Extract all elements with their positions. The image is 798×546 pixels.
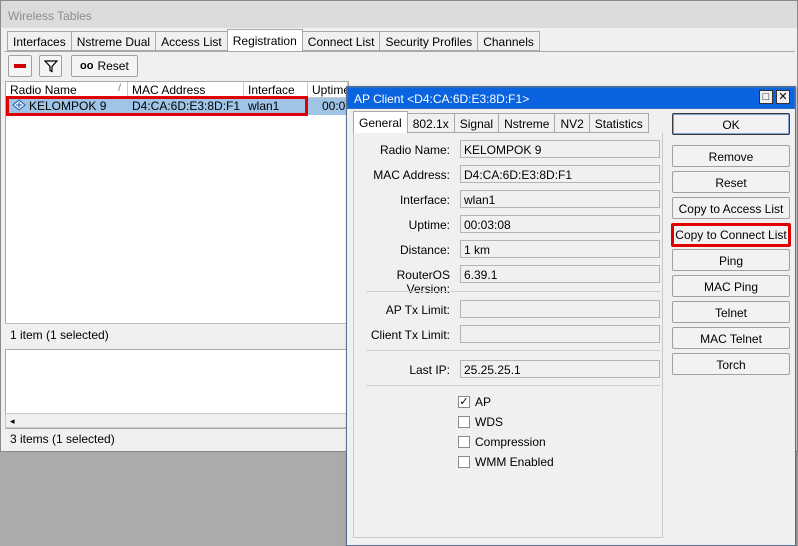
tab-nv2[interactable]: NV2 bbox=[554, 113, 590, 133]
scroll-left-icon[interactable]: ◂ bbox=[10, 416, 15, 427]
tab-registration[interactable]: Registration bbox=[226, 29, 303, 51]
checkbox-unchecked-icon bbox=[458, 416, 470, 428]
dialog-title: AP Client <D4:CA:6D:E3:8D:F1> bbox=[354, 92, 530, 106]
row-highlight-box bbox=[6, 96, 308, 116]
uptime-label: Uptime: bbox=[408, 218, 450, 232]
ap-checkbox[interactable]: ✓ AP bbox=[458, 395, 491, 409]
torch-button[interactable]: Torch bbox=[672, 353, 790, 375]
status-bar: 1 item (1 selected) bbox=[5, 323, 349, 345]
tab-interfaces[interactable]: Interfaces bbox=[7, 31, 72, 51]
window-title: Wireless Tables bbox=[1, 1, 797, 28]
ap-tx-limit-field[interactable] bbox=[460, 300, 660, 318]
tab-security-profiles[interactable]: Security Profiles bbox=[379, 31, 479, 51]
tab-nstreme-dual[interactable]: Nstreme Dual bbox=[70, 31, 157, 51]
wds-checkbox-label: WDS bbox=[475, 415, 503, 429]
tab-connect-list[interactable]: Connect List bbox=[301, 31, 381, 51]
reset-icon: oo bbox=[80, 60, 94, 72]
client-tx-limit-field[interactable] bbox=[460, 325, 660, 343]
telnet-button[interactable]: Telnet bbox=[672, 301, 790, 323]
reset-button[interactable]: Reset bbox=[672, 171, 790, 193]
compression-checkbox[interactable]: Compression bbox=[458, 435, 546, 449]
tab-statistics[interactable]: Statistics bbox=[588, 113, 649, 133]
copy-to-access-list-button[interactable]: Copy to Access List bbox=[672, 197, 790, 219]
routeros-version-field[interactable]: 6.39.1 bbox=[460, 265, 660, 283]
separator bbox=[366, 385, 660, 386]
client-tx-limit-label: Client Tx Limit: bbox=[370, 328, 450, 342]
compression-checkbox-label: Compression bbox=[475, 435, 546, 449]
tab-signal[interactable]: Signal bbox=[453, 113, 500, 133]
last-ip-field[interactable]: 25.25.25.1 bbox=[460, 360, 660, 378]
wmm-enabled-checkbox-label: WMM Enabled bbox=[475, 455, 554, 469]
wmm-enabled-checkbox[interactable]: WMM Enabled bbox=[458, 455, 554, 469]
checkbox-unchecked-icon bbox=[458, 436, 470, 448]
remove-button[interactable]: Remove bbox=[672, 145, 790, 167]
minus-icon bbox=[14, 64, 26, 68]
distance-field[interactable]: 1 km bbox=[460, 240, 660, 258]
mac-telnet-button[interactable]: MAC Telnet bbox=[672, 327, 790, 349]
col-uptime[interactable]: Uptime bbox=[308, 82, 348, 98]
tab-general[interactable]: General bbox=[353, 111, 408, 133]
radio-name-label: Radio Name: bbox=[379, 143, 450, 157]
interface-field[interactable]: wlan1 bbox=[460, 190, 660, 208]
dialog-title-bar: AP Client <D4:CA:6D:E3:8D:F1> bbox=[347, 87, 795, 109]
ping-button[interactable]: Ping bbox=[672, 249, 790, 271]
tab-access-list[interactable]: Access List bbox=[155, 31, 228, 51]
maximize-icon[interactable]: □ bbox=[759, 90, 773, 104]
col-radio-name-label: Radio Name bbox=[10, 83, 77, 97]
sort-indicator-icon: / bbox=[118, 83, 121, 94]
status-bar-lower: 3 items (1 selected) bbox=[5, 429, 349, 449]
horizontal-scrollbar[interactable]: ◂ bbox=[5, 413, 349, 428]
general-panel: Radio Name: KELOMPOK 9 MAC Address: D4:C… bbox=[353, 133, 663, 538]
ap-checkbox-label: AP bbox=[475, 395, 492, 409]
tab-channels[interactable]: Channels bbox=[477, 31, 540, 51]
radio-name-field[interactable]: KELOMPOK 9 bbox=[460, 140, 660, 158]
main-tabs: Interfaces Nstreme Dual Access List Regi… bbox=[7, 29, 540, 51]
filter-button[interactable] bbox=[39, 55, 62, 77]
dialog-tabs: General 802.1x Signal Nstreme NV2 Statis… bbox=[353, 111, 649, 134]
checkbox-checked-icon: ✓ bbox=[458, 396, 470, 408]
remove-button[interactable] bbox=[8, 55, 32, 77]
reset-counters-button[interactable]: oo Reset bbox=[71, 55, 138, 77]
separator bbox=[366, 291, 660, 292]
close-icon[interactable]: ✕ bbox=[776, 90, 790, 104]
interface-label: Interface: bbox=[399, 193, 450, 207]
copy-to-connect-list-button[interactable]: Copy to Connect List bbox=[671, 223, 791, 247]
ap-client-dialog: AP Client <D4:CA:6D:E3:8D:F1> □ ✕ Genera… bbox=[346, 86, 796, 546]
wds-checkbox[interactable]: WDS bbox=[458, 415, 503, 429]
ap-tx-limit-label: AP Tx Limit: bbox=[385, 303, 450, 317]
checkbox-unchecked-icon bbox=[458, 456, 470, 468]
reset-label: Reset bbox=[97, 59, 129, 73]
distance-label: Distance: bbox=[399, 243, 450, 257]
filter-icon bbox=[43, 60, 58, 73]
last-ip-label: Last IP: bbox=[409, 363, 450, 377]
cell-uptime: 00:03 bbox=[322, 99, 348, 113]
registration-table: Radio Name / MAC Address Interface Uptim… bbox=[5, 81, 349, 345]
mac-address-label: MAC Address: bbox=[373, 168, 450, 182]
separator bbox=[366, 350, 660, 351]
tab-nstreme[interactable]: Nstreme bbox=[498, 113, 556, 133]
tab-8021x[interactable]: 802.1x bbox=[406, 113, 455, 133]
mac-address-field[interactable]: D4:CA:6D:E3:8D:F1 bbox=[460, 165, 660, 183]
mac-ping-button[interactable]: MAC Ping bbox=[672, 275, 790, 297]
uptime-field[interactable]: 00:03:08 bbox=[460, 215, 660, 233]
ok-button[interactable]: OK bbox=[672, 113, 790, 135]
